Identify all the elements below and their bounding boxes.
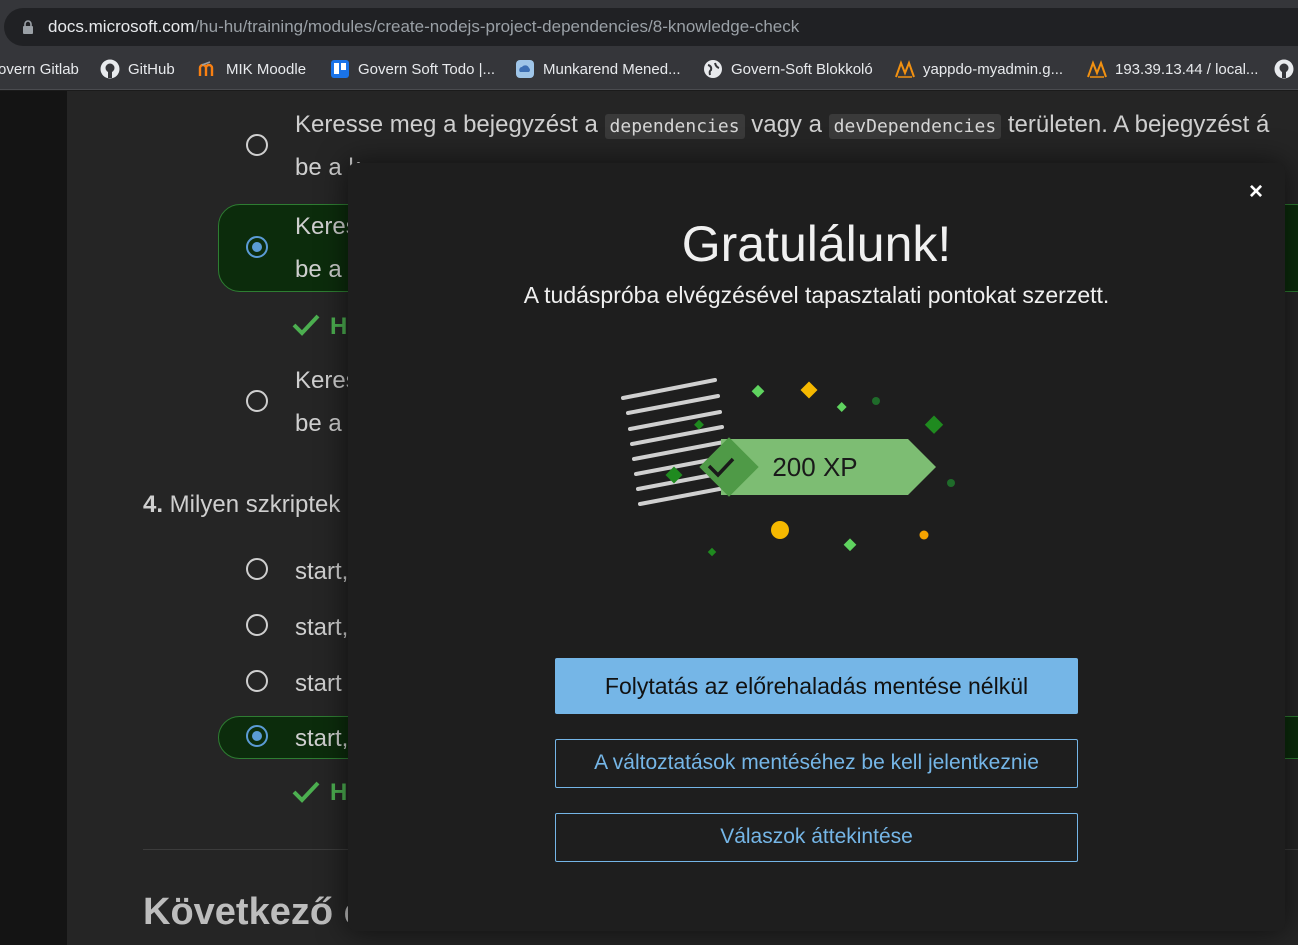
check-icon xyxy=(292,781,320,803)
confetti-diamond xyxy=(836,402,847,412)
bookmark-todo[interactable]: Govern Soft Todo |... xyxy=(330,58,495,80)
q3-option1-line1[interactable]: Keresse meg a bejegyzést a dependencies … xyxy=(295,103,1269,148)
confetti-dot xyxy=(947,479,955,487)
cloud-icon xyxy=(515,59,535,79)
feedback-text: H xyxy=(330,779,348,806)
q3-option2-radio[interactable] xyxy=(246,236,268,258)
bookmark-label: GitHub xyxy=(128,60,175,78)
bookmark-github[interactable]: GitHub xyxy=(100,58,175,80)
bookmarks-bar: overn Gitlab GitHub MIK Moodle Govern So… xyxy=(0,50,1298,90)
q4-option1-label[interactable]: start, xyxy=(295,550,348,593)
q4-option3-radio[interactable] xyxy=(246,670,268,692)
bookmark-label: Govern-Soft Blokkoló xyxy=(731,60,873,78)
bookmark-label: MIK Moodle xyxy=(226,60,307,78)
bookmark-yappdo[interactable]: yappdo-myadmin.g... xyxy=(895,58,1063,80)
confetti-diamond xyxy=(924,415,944,434)
xp-label: 200 XP xyxy=(772,452,857,482)
dialog-title: Gratulálunk! xyxy=(681,216,952,272)
close-icon[interactable]: × xyxy=(1244,180,1268,204)
confetti-diamond xyxy=(800,381,818,399)
bookmark-label: 193.39.13.44 / local... xyxy=(1115,60,1259,78)
bookmark-label: Munkarend Mened... xyxy=(543,60,681,78)
q4-option2-radio[interactable] xyxy=(246,614,268,636)
question-4-title: 4. Milyen szkriptek xyxy=(143,491,341,518)
q3-option2-line2: be a xyxy=(295,256,342,283)
continue-without-saving-button[interactable]: Folytatás az előrehaladás mentése nélkül xyxy=(555,658,1078,714)
q4-option4-label[interactable]: start, xyxy=(295,717,348,760)
confetti-diamond xyxy=(843,538,857,552)
confetti-diamond xyxy=(707,547,717,557)
sign-in-button[interactable]: A változtatások mentéséhez be kell jelen… xyxy=(555,739,1078,788)
confetti-dot xyxy=(771,521,789,539)
dialog-subtitle: A tudáspróba elvégzésével tapasztalati p… xyxy=(523,282,1110,308)
bookmark-munkarend[interactable]: Munkarend Mened... xyxy=(515,58,681,80)
confetti-dot xyxy=(872,397,880,405)
q4-option4-radio[interactable] xyxy=(246,725,268,747)
review-answers-button[interactable]: Válaszok áttekintése xyxy=(555,813,1078,862)
q4-option1-radio[interactable] xyxy=(246,558,268,580)
bookmark-label: overn Gitlab xyxy=(0,60,79,78)
feedback-text: H xyxy=(330,313,348,340)
q3-option1-radio[interactable] xyxy=(246,134,268,156)
q4-option3-label[interactable]: start xyxy=(295,662,342,705)
q3-option3-line2: be a xyxy=(295,410,342,437)
bookmark-gitlab[interactable]: overn Gitlab xyxy=(0,58,79,80)
omnibox[interactable]: docs.microsoft.com/hu-hu/training/module… xyxy=(4,8,1298,46)
bookmark-label: Govern Soft Todo |... xyxy=(358,60,496,78)
next-unit-heading: Következő e xyxy=(143,891,365,933)
confetti-dot xyxy=(919,530,929,540)
confetti-diamond xyxy=(751,384,765,398)
confetti-diamond xyxy=(694,419,704,430)
congratulations-dialog: × Gratulálunk! A tudáspróba elvégzésével… xyxy=(348,163,1285,931)
xp-badge-illustration: 200 XP xyxy=(621,378,955,557)
q4-option2-label[interactable]: start, xyxy=(295,606,348,649)
document-lines xyxy=(621,378,732,506)
trello-icon xyxy=(330,59,350,79)
phpmyadmin-icon xyxy=(895,59,915,79)
bookmark-blokkolo[interactable]: Govern-Soft Blokkoló xyxy=(703,58,873,80)
moodle-icon xyxy=(198,59,218,79)
bookmark-github-2[interactable] xyxy=(1274,58,1294,80)
url-text[interactable]: docs.microsoft.com/hu-hu/training/module… xyxy=(48,17,799,37)
globe-icon xyxy=(703,59,723,79)
bookmark-localhost[interactable]: 193.39.13.44 / local... xyxy=(1087,58,1258,80)
left-gutter xyxy=(0,91,67,945)
address-bar: docs.microsoft.com/hu-hu/training/module… xyxy=(0,0,1298,50)
bookmark-moodle[interactable]: MIK Moodle xyxy=(198,58,306,80)
phpmyadmin-icon xyxy=(1087,59,1107,79)
bookmark-label: yappdo-myadmin.g... xyxy=(923,60,1064,78)
q3-option3-radio[interactable] xyxy=(246,390,268,412)
lock-icon[interactable] xyxy=(22,20,34,34)
github-icon xyxy=(100,59,120,79)
check-icon xyxy=(292,314,320,336)
github-icon xyxy=(1274,59,1294,79)
